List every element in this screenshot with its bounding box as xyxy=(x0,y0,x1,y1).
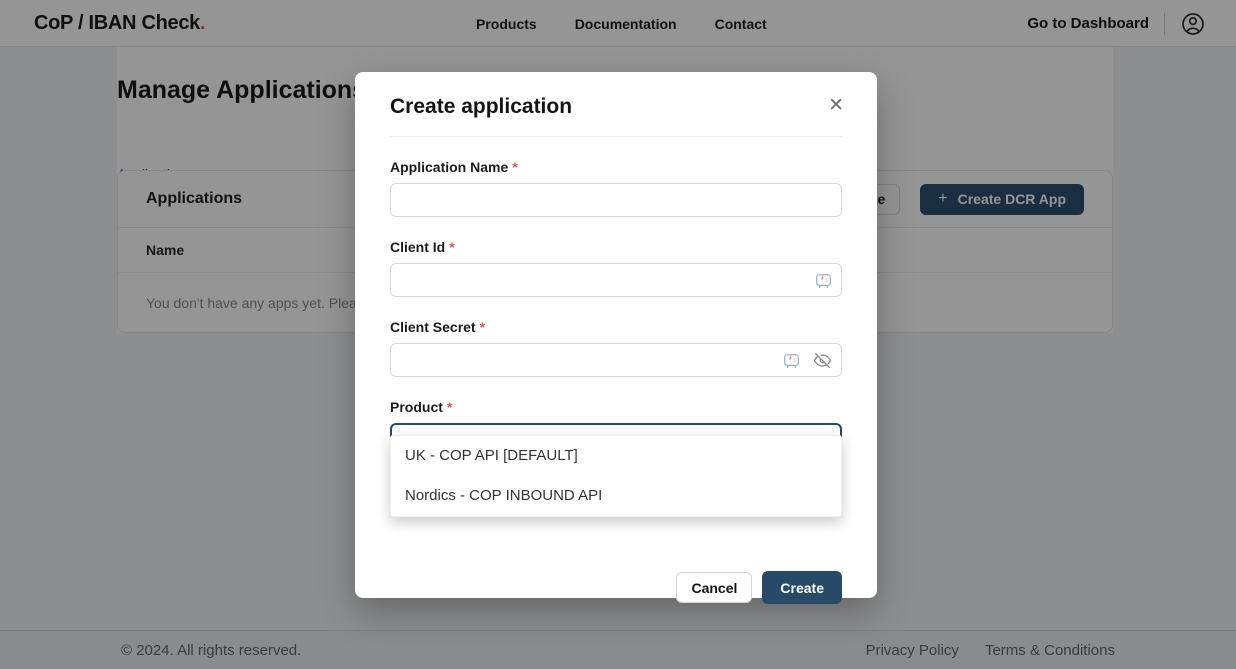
option-uk-cop-api[interactable]: UK - COP API [DEFAULT] xyxy=(391,436,841,476)
label-text: Client Id xyxy=(390,239,445,255)
application-name-label: Application Name* xyxy=(390,159,842,175)
modal-create-button[interactable]: Create xyxy=(762,571,842,604)
client-secret-field-wrap: * xyxy=(390,343,842,377)
application-name-input[interactable] xyxy=(390,183,842,217)
required-asterisk: * xyxy=(512,159,517,175)
client-secret-label: Client Secret* xyxy=(390,319,842,335)
product-options-listbox: UK - COP API [DEFAULT] Nordics - COP INB… xyxy=(390,435,842,517)
password-manager-autofill-icon[interactable]: * xyxy=(815,272,832,289)
modal-title-divider xyxy=(390,136,842,137)
client-secret-trailing-icons: * xyxy=(783,343,832,377)
svg-text:*: * xyxy=(821,275,825,285)
required-asterisk: * xyxy=(480,319,485,335)
option-nordics-cop-inbound-api[interactable]: Nordics - COP INBOUND API xyxy=(391,476,841,516)
label-text: Client Secret xyxy=(390,319,476,335)
client-id-field-wrap: * xyxy=(390,263,842,297)
application-name-field-wrap xyxy=(390,183,842,217)
label-text: Product xyxy=(390,399,443,415)
client-secret-input[interactable] xyxy=(390,343,842,377)
cancel-button[interactable]: Cancel xyxy=(676,572,752,603)
client-id-trailing-icons: * xyxy=(815,263,832,297)
required-asterisk: * xyxy=(449,239,454,255)
modal-actions: Cancel Create xyxy=(390,571,842,604)
label-text: Application Name xyxy=(390,159,508,175)
client-id-label: Client Id* xyxy=(390,239,842,255)
create-application-modal: Create application ✕ Application Name* C… xyxy=(355,72,877,598)
required-asterisk: * xyxy=(447,399,452,415)
password-manager-autofill-icon[interactable]: * xyxy=(783,352,800,369)
client-id-input[interactable] xyxy=(390,263,842,297)
close-icon[interactable]: ✕ xyxy=(828,96,844,115)
eye-slash-icon[interactable] xyxy=(813,351,832,370)
modal-title: Create application xyxy=(390,72,842,119)
app-root: CoP / IBAN Check. Products Documentation… xyxy=(0,0,1236,669)
product-label: Product* xyxy=(390,399,842,415)
svg-text:*: * xyxy=(789,355,793,365)
